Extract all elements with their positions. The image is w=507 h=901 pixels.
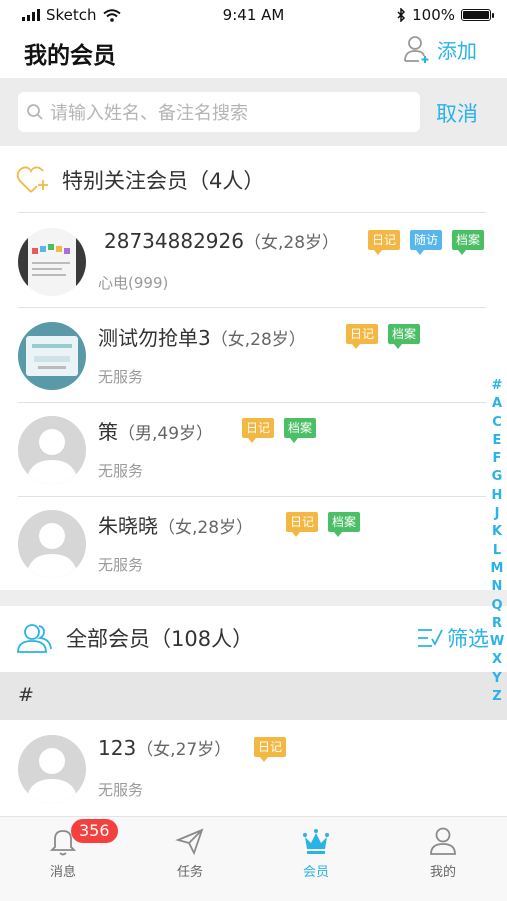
member-meta: （男,49岁） [118, 424, 214, 444]
member-service: 无服务 [98, 556, 144, 574]
diary-tag[interactable]: 日记 [254, 737, 287, 762]
avatar [18, 322, 86, 390]
divider [18, 212, 486, 213]
member-name: 朱晓晓（女,28岁） [98, 514, 254, 538]
member-name: 28734882926（女,28岁） [104, 229, 340, 253]
search-icon [27, 104, 43, 120]
index-letter[interactable]: N [492, 578, 503, 596]
all-members-label: 全部会员（108人） [66, 627, 254, 651]
bluetooth-icon [397, 8, 406, 22]
tab-label: 任务 [176, 865, 203, 880]
search-input[interactable]: 请输入姓名、备注名搜索 [18, 92, 420, 132]
member-meta: （女,27岁） [136, 740, 232, 760]
avatar [18, 228, 86, 296]
unread-badge: 356 [71, 819, 118, 843]
index-letter[interactable]: X [492, 651, 502, 669]
tab-mine[interactable]: 我的 [380, 817, 506, 901]
index-letter[interactable]: R [492, 615, 502, 633]
heart-plus-icon [16, 166, 48, 193]
index-letter[interactable]: A [492, 395, 502, 413]
group-letter: # [18, 684, 34, 706]
file-tag[interactable]: 档案 [284, 418, 317, 443]
battery-percent: 100% [412, 6, 455, 24]
member-name: 策（男,49岁） [98, 420, 214, 444]
section-gap [0, 590, 507, 606]
people-icon [17, 624, 52, 653]
alphabet-index[interactable]: # A C E F G H J K L M N Q R W X Y Z [488, 377, 506, 706]
diary-tag[interactable]: 日记 [368, 230, 401, 255]
paper-plane-icon [175, 828, 204, 856]
index-letter[interactable]: Q [491, 597, 502, 615]
avatar [18, 735, 86, 803]
index-letter[interactable]: K [492, 523, 502, 541]
index-letter[interactable]: W [490, 633, 504, 651]
index-letter[interactable]: # [492, 377, 503, 395]
search-bar: 请输入姓名、备注名搜索 取消 [0, 78, 507, 146]
index-letter[interactable]: G [492, 468, 503, 486]
diary-tag[interactable]: 日记 [346, 324, 379, 349]
diary-tag[interactable]: 日记 [242, 418, 275, 443]
member-name: 测试勿抢单3（女,28岁） [98, 326, 306, 350]
member-row[interactable]: 朱晓晓（女,28岁） 日记 档案 无服务 [0, 496, 507, 590]
file-tag[interactable]: 档案 [452, 230, 485, 255]
index-letter[interactable]: Z [492, 688, 501, 706]
member-row[interactable]: 策（男,49岁） 日记 档案 无服务 [0, 402, 507, 496]
group-header: # [0, 672, 507, 720]
crown-icon [303, 829, 329, 854]
followup-tag[interactable]: 随访 [410, 230, 443, 255]
member-service: 无服务 [98, 462, 144, 480]
index-letter[interactable]: H [492, 487, 503, 505]
file-tag[interactable]: 档案 [388, 324, 421, 349]
tab-tasks[interactable]: 任务 [127, 817, 253, 901]
file-tag[interactable]: 档案 [328, 512, 361, 537]
search-placeholder: 请输入姓名、备注名搜索 [50, 103, 248, 124]
index-letter[interactable]: F [493, 450, 502, 468]
tab-messages[interactable]: 356 消息 [0, 817, 126, 901]
member-name: 123（女,27岁） [98, 736, 232, 760]
page-title: 我的会员 [24, 43, 116, 69]
nav-header: 我的会员 添加 [0, 28, 507, 76]
index-letter[interactable]: E [493, 432, 502, 450]
filter-button[interactable]: 筛选 [417, 606, 489, 670]
index-letter[interactable]: Y [492, 670, 501, 688]
member-row[interactable]: 123（女,27岁） 日记 无服务 [0, 721, 507, 815]
filter-label: 筛选 [447, 627, 489, 651]
index-letter[interactable]: J [495, 505, 500, 523]
battery-icon [461, 9, 494, 21]
member-service: 心电(999) [98, 274, 169, 292]
tab-members[interactable]: 会员 [253, 817, 379, 901]
all-members-header: 全部会员（108人） 筛选 [0, 606, 507, 670]
tab-label: 会员 [302, 865, 329, 880]
avatar [18, 510, 86, 578]
tab-label: 消息 [49, 865, 76, 880]
index-letter[interactable]: C [492, 414, 502, 432]
member-service: 无服务 [98, 781, 144, 799]
member-meta: （女,28岁） [210, 330, 306, 350]
avatar [18, 416, 86, 484]
index-letter[interactable]: M [491, 560, 504, 578]
special-members-label: 特别关注会员（4人） [62, 169, 265, 193]
add-person-icon [404, 36, 429, 63]
add-member-button[interactable]: 添加 [403, 34, 477, 64]
special-members-header[interactable]: 特别关注会员（4人） [0, 148, 507, 212]
cancel-button[interactable]: 取消 [436, 98, 478, 128]
index-letter[interactable]: L [493, 542, 501, 560]
diary-tag[interactable]: 日记 [286, 512, 319, 537]
filter-icon [418, 629, 443, 647]
member-service: 无服务 [98, 368, 144, 386]
status-right: 100% [397, 6, 494, 24]
add-label: 添加 [437, 38, 477, 63]
member-meta: （女,28岁） [243, 233, 340, 253]
tab-bar: 356 消息 任务 会员 我的 [0, 816, 507, 901]
member-row[interactable]: 测试勿抢单3（女,28岁） 日记 档案 无服务 [0, 308, 507, 402]
tab-label: 我的 [429, 865, 456, 880]
person-icon [430, 827, 456, 855]
member-row[interactable]: 28734882926（女,28岁） 日记 随访 档案 心电(999) [0, 214, 507, 308]
member-meta: （女,28岁） [158, 518, 254, 538]
